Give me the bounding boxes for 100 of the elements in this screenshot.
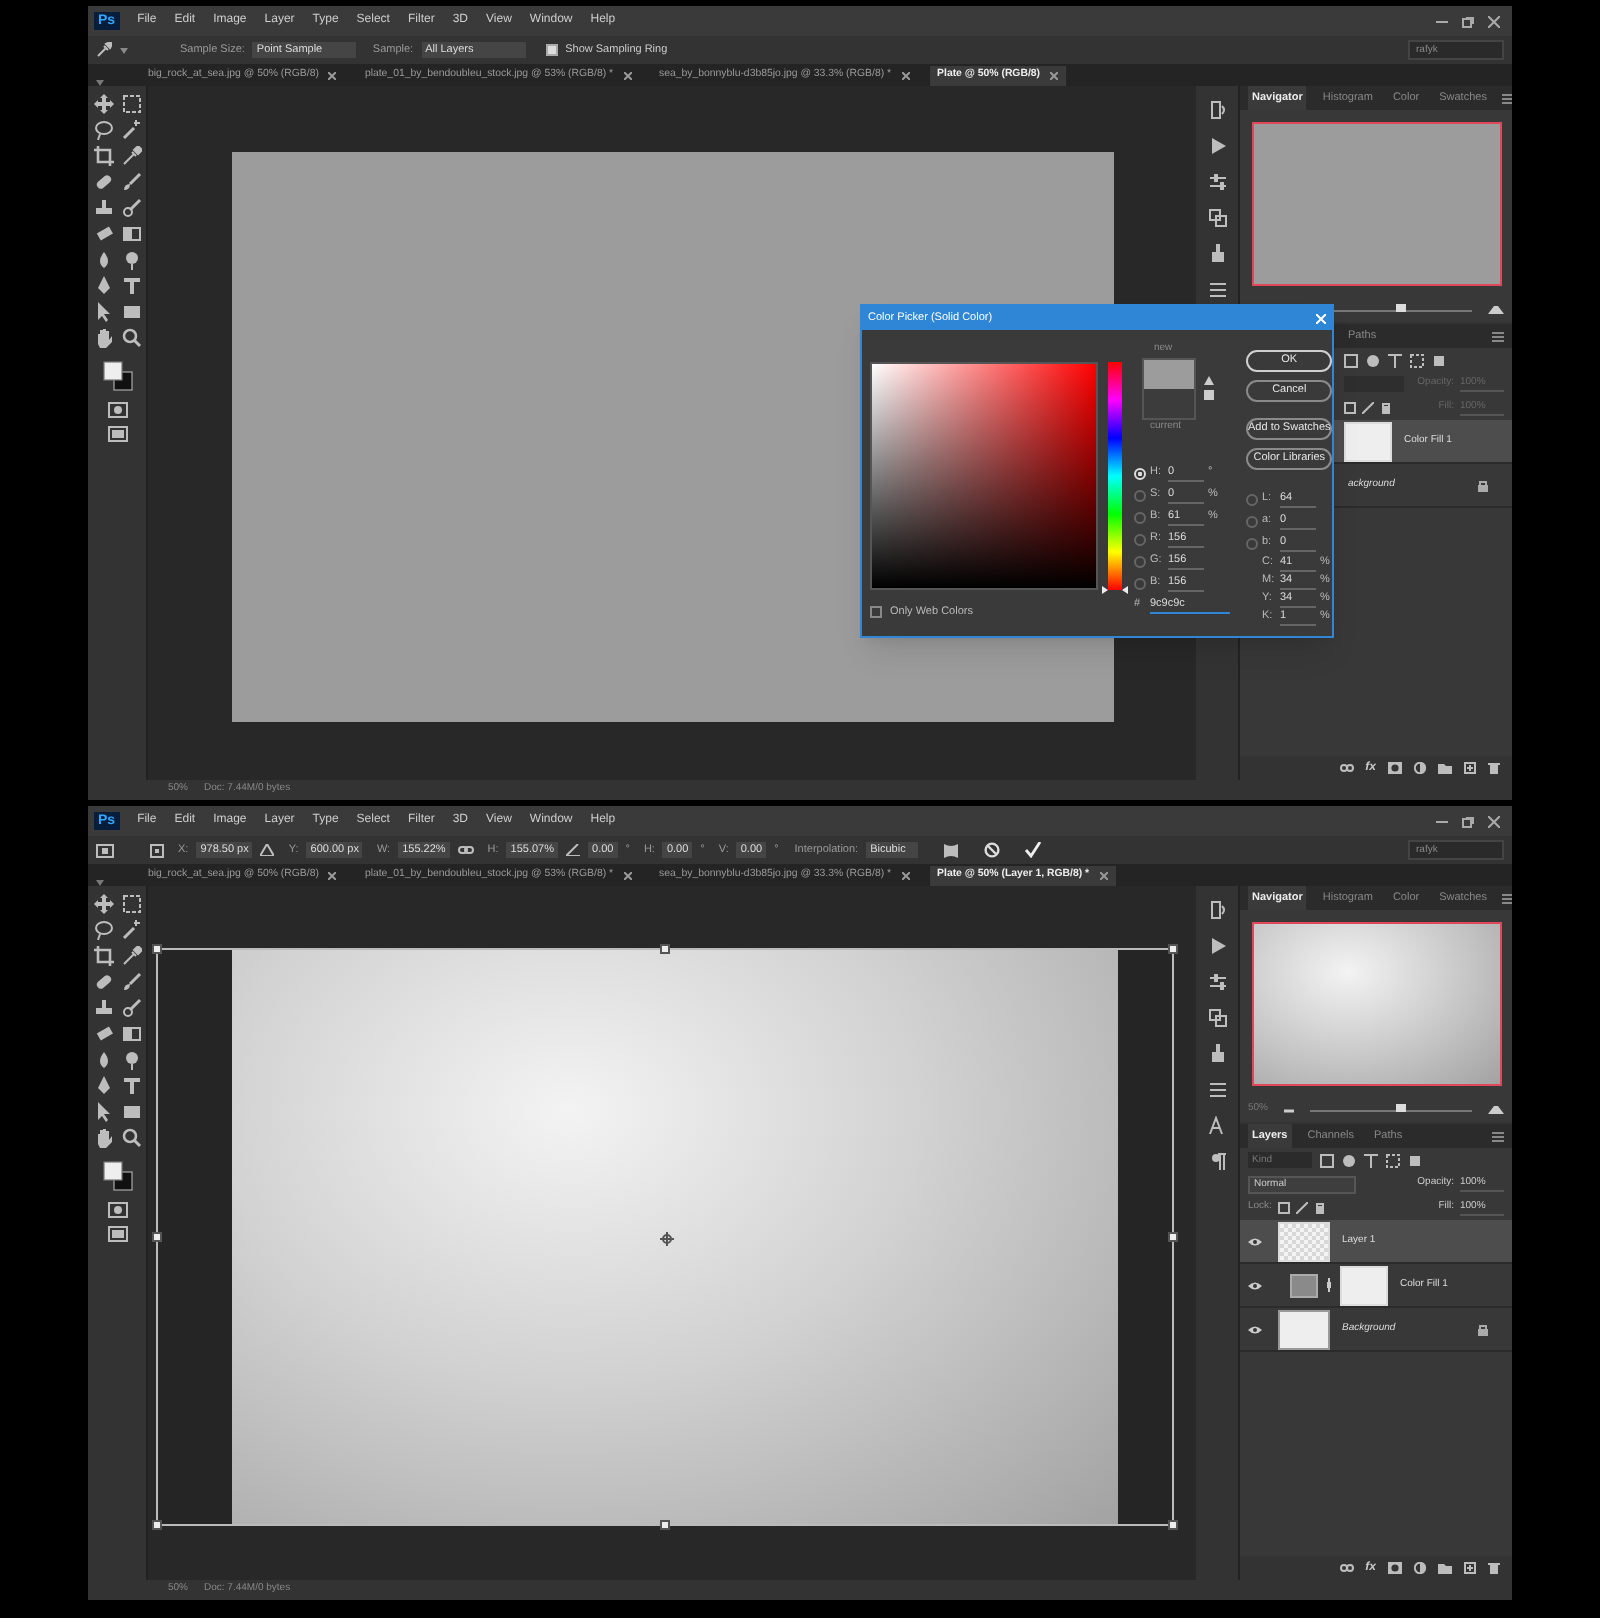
color-field[interactable] — [870, 362, 1098, 590]
magic-wand-tool-icon[interactable] — [121, 920, 141, 940]
gradient-tool-icon[interactable] — [121, 1024, 141, 1044]
eyedropper-tool-icon[interactable] — [121, 146, 141, 166]
radio-button[interactable] — [1134, 533, 1146, 545]
zoom-in-icon[interactable] — [1488, 1106, 1504, 1114]
type-tool-icon[interactable] — [121, 276, 141, 296]
zoom-tool-icon[interactable] — [121, 328, 141, 348]
close-icon[interactable] — [623, 872, 632, 880]
close-icon[interactable] — [901, 72, 910, 80]
brush-preset-icon[interactable] — [1207, 244, 1227, 264]
close-icon[interactable] — [1099, 872, 1108, 880]
magic-wand-tool-icon[interactable] — [121, 120, 141, 140]
radio-button[interactable] — [1246, 493, 1258, 505]
checkmark-icon[interactable] — [1024, 842, 1043, 858]
filter-icon[interactable] — [1364, 1153, 1378, 1167]
bandage-tool-icon[interactable] — [93, 172, 113, 192]
restore-icon[interactable] — [1462, 815, 1474, 827]
clone-icon[interactable] — [1207, 208, 1227, 228]
bandage-tool-icon[interactable] — [93, 972, 113, 992]
radio-button[interactable] — [1134, 577, 1146, 589]
close-icon[interactable] — [328, 72, 337, 80]
crosshair-icon[interactable] — [660, 1232, 674, 1246]
lock-paint-icon[interactable] — [1295, 1202, 1308, 1214]
character-icon[interactable] — [1207, 1116, 1227, 1136]
checkbox[interactable] — [545, 44, 558, 56]
radio-button[interactable] — [1246, 537, 1258, 549]
transform-handle[interactable] — [660, 1520, 670, 1530]
close-icon[interactable] — [1050, 72, 1059, 80]
pointer-tool-icon[interactable] — [93, 1102, 113, 1122]
transform-handle[interactable] — [152, 1232, 162, 1242]
hand-tool-icon[interactable] — [93, 1128, 113, 1148]
transform-handle[interactable] — [1168, 1232, 1178, 1242]
minimize-icon[interactable] — [1436, 15, 1448, 27]
menu-icon[interactable] — [1502, 93, 1512, 103]
link-icon[interactable] — [457, 846, 474, 854]
web-color-icon[interactable] — [1204, 390, 1214, 400]
move-tool-icon[interactable] — [93, 94, 113, 114]
stamp-tool-icon[interactable] — [93, 198, 113, 218]
type-tool-icon[interactable] — [121, 1076, 141, 1096]
close-icon[interactable] — [901, 872, 910, 880]
eyedropper-tool-icon[interactable] — [121, 946, 141, 966]
zoom-in-icon[interactable] — [1488, 306, 1504, 314]
screen-mode-icon[interactable] — [107, 426, 127, 442]
sliders-icon[interactable] — [1207, 280, 1227, 300]
play-icon[interactable] — [1207, 136, 1227, 156]
minimize-icon[interactable] — [1436, 815, 1448, 827]
eye-icon[interactable] — [1248, 1281, 1262, 1289]
menu-icon[interactable] — [1492, 1131, 1504, 1141]
new-layer-icon[interactable] — [1464, 1562, 1476, 1574]
warp-icon[interactable] — [942, 841, 961, 859]
quick-mask-icon[interactable] — [107, 402, 127, 418]
lasso-tool-icon[interactable] — [93, 120, 113, 140]
folder-icon[interactable] — [1438, 1562, 1452, 1574]
radio-button[interactable] — [1134, 511, 1146, 523]
sliders-icon[interactable] — [1207, 1080, 1227, 1100]
cancel-icon[interactable] — [984, 842, 1001, 858]
dodge-tool-icon[interactable] — [121, 1050, 141, 1070]
transform-handle[interactable] — [152, 1520, 162, 1530]
crop-tool-icon[interactable] — [93, 946, 113, 966]
brush-tool-icon[interactable] — [121, 172, 141, 192]
move-tool-icon[interactable] — [93, 894, 113, 914]
crop-tool-icon[interactable] — [93, 146, 113, 166]
adjustments-icon[interactable] — [1207, 172, 1227, 192]
eraser-tool-icon[interactable] — [93, 224, 113, 244]
color-swatches-icon[interactable] — [101, 1160, 133, 1192]
caret-icon[interactable] — [120, 47, 128, 53]
pointer-tool-icon[interactable] — [93, 302, 113, 322]
checkbox[interactable] — [870, 606, 882, 619]
screen-mode-icon[interactable] — [107, 1226, 127, 1242]
pen-tool-icon[interactable] — [93, 276, 113, 296]
mask-icon[interactable] — [1388, 1562, 1402, 1574]
brush-preset-icon[interactable] — [1207, 1044, 1227, 1064]
history-icon[interactable] — [1207, 900, 1227, 920]
stamp-tool-icon[interactable] — [93, 998, 113, 1018]
hand-tool-icon[interactable] — [93, 328, 113, 348]
lock-pixels-icon[interactable] — [1277, 1202, 1290, 1214]
zoom-tool-icon[interactable] — [121, 1128, 141, 1148]
transform-handle[interactable] — [1168, 1520, 1178, 1530]
restore-icon[interactable] — [1462, 15, 1474, 27]
quick-mask-icon[interactable] — [107, 1202, 127, 1218]
lasso-tool-icon[interactable] — [93, 920, 113, 940]
delta-icon[interactable] — [260, 844, 275, 856]
close-icon[interactable] — [623, 72, 632, 80]
radio-button[interactable] — [1134, 555, 1146, 567]
eye-icon[interactable] — [1248, 1325, 1262, 1333]
link-icon[interactable] — [1326, 1278, 1332, 1292]
adjustment-icon[interactable] — [1414, 1562, 1426, 1574]
warning-icon[interactable] — [1204, 376, 1214, 386]
history-brush-tool-icon[interactable] — [121, 998, 141, 1018]
eye-icon[interactable] — [1248, 1237, 1262, 1245]
marquee-tool-icon[interactable] — [121, 94, 141, 114]
reference-point-icon[interactable] — [96, 843, 114, 857]
slider-thumb[interactable] — [1395, 303, 1406, 311]
play-icon[interactable] — [1207, 936, 1227, 956]
eraser-tool-icon[interactable] — [93, 1024, 113, 1044]
zoom-out-icon[interactable] — [1284, 1107, 1295, 1113]
clone-icon[interactable] — [1207, 1008, 1227, 1028]
pen-tool-icon[interactable] — [93, 1076, 113, 1096]
dodge-tool-icon[interactable] — [121, 250, 141, 270]
